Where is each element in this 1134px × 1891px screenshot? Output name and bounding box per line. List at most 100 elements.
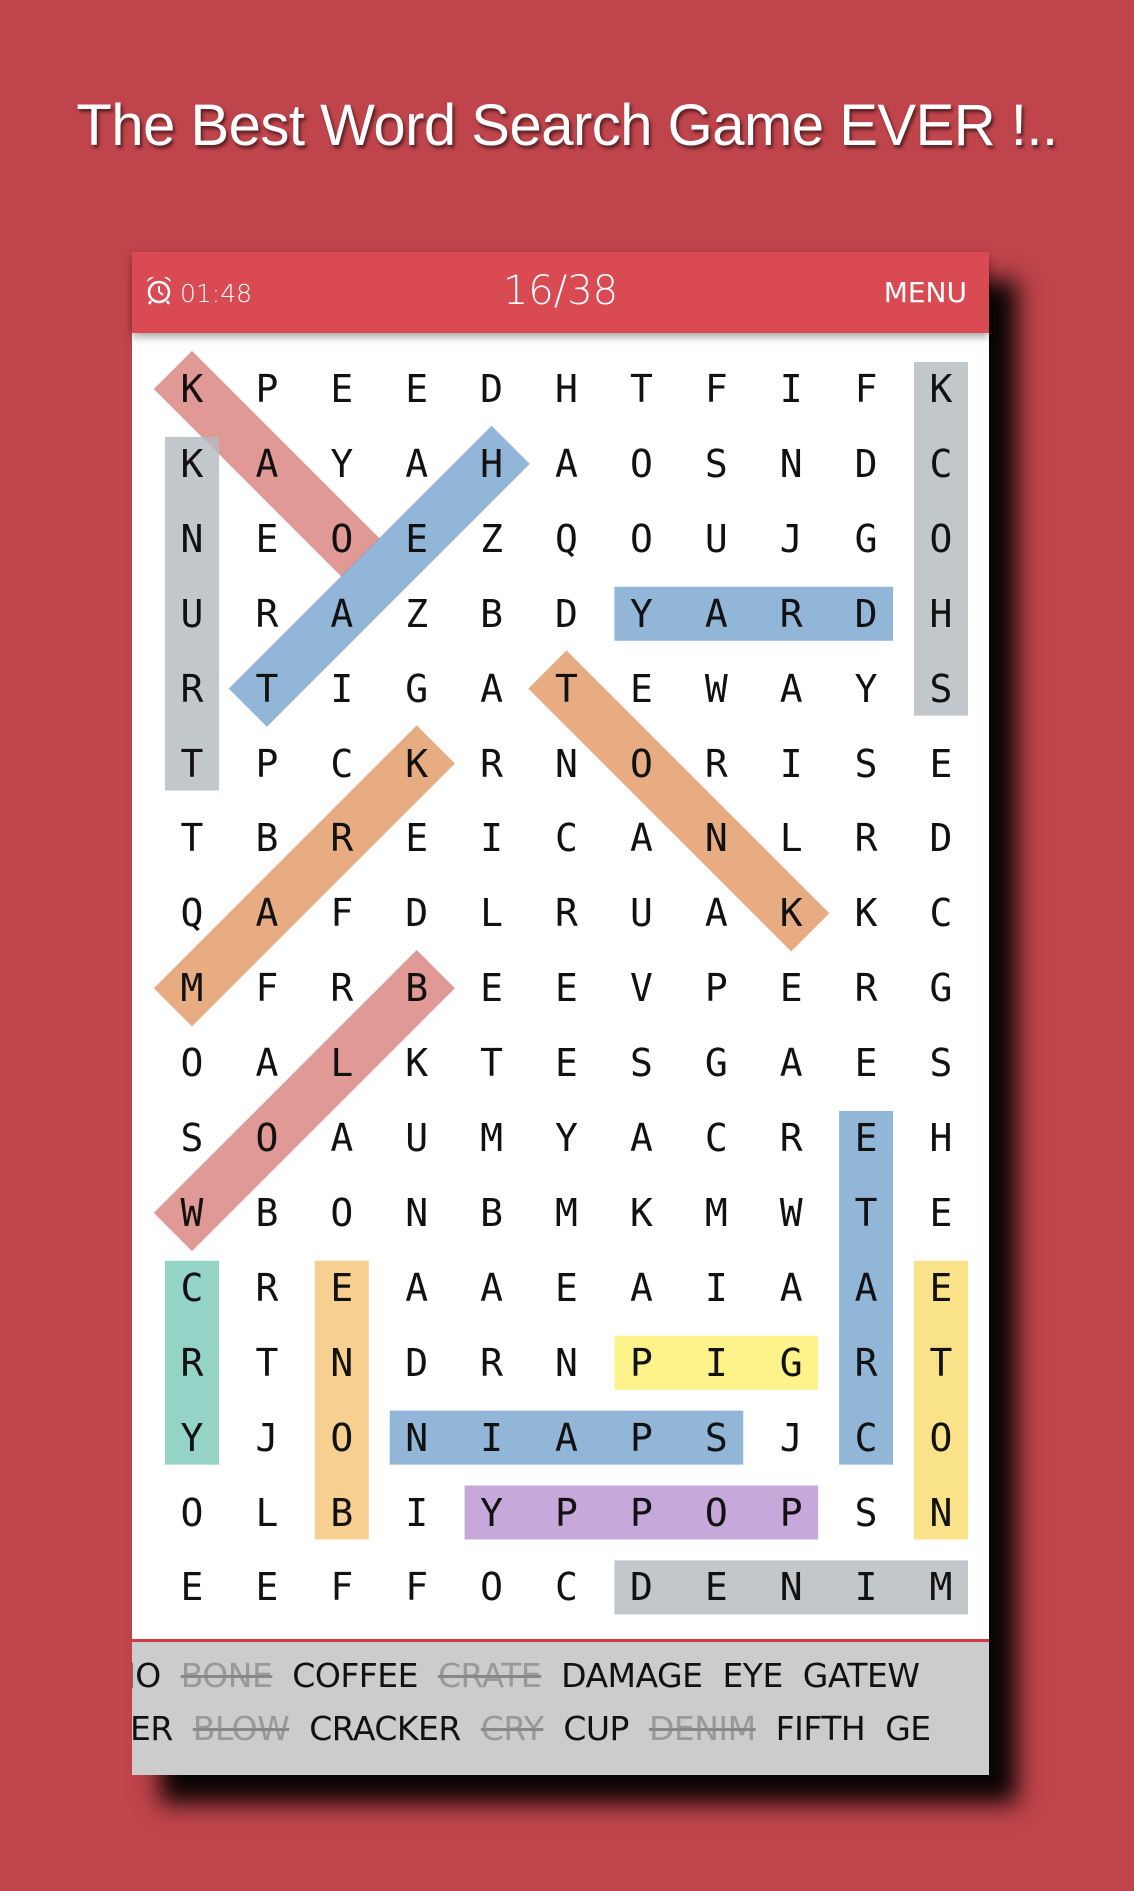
grid-letter[interactable]: O: [312, 1408, 372, 1468]
grid-letter[interactable]: Y: [462, 1483, 522, 1543]
grid-letter[interactable]: V: [611, 958, 671, 1018]
grid-letter[interactable]: M: [462, 1108, 522, 1168]
grid-letter[interactable]: C: [162, 1258, 222, 1318]
grid-letter[interactable]: A: [462, 1258, 522, 1318]
grid-letter[interactable]: T: [462, 1033, 522, 1093]
grid-letter[interactable]: E: [237, 1557, 297, 1617]
grid-letter[interactable]: F: [836, 359, 896, 419]
grid-letter[interactable]: B: [237, 1183, 297, 1243]
grid-letter[interactable]: M: [686, 1183, 746, 1243]
grid-letter[interactable]: H: [911, 584, 971, 644]
grid-letter[interactable]: W: [686, 659, 746, 719]
grid-letter[interactable]: H: [537, 359, 597, 419]
grid-letter[interactable]: E: [387, 808, 447, 868]
grid-letter[interactable]: U: [387, 1108, 447, 1168]
grid-letter[interactable]: P: [611, 1483, 671, 1543]
grid-letter[interactable]: P: [686, 958, 746, 1018]
grid-letter[interactable]: R: [836, 1333, 896, 1393]
grid-letter[interactable]: E: [761, 958, 821, 1018]
grid-letter[interactable]: P: [611, 1408, 671, 1468]
grid-letter[interactable]: O: [911, 1408, 971, 1468]
grid-letter[interactable]: R: [312, 958, 372, 1018]
grid-letter[interactable]: U: [686, 509, 746, 569]
grid-letter[interactable]: O: [312, 1183, 372, 1243]
grid-letter[interactable]: R: [836, 808, 896, 868]
grid-letter[interactable]: E: [911, 1258, 971, 1318]
grid-letter[interactable]: I: [462, 808, 522, 868]
grid-letter[interactable]: N: [312, 1333, 372, 1393]
grid-letter[interactable]: E: [312, 1258, 372, 1318]
grid-letter[interactable]: I: [761, 359, 821, 419]
grid-letter[interactable]: I: [462, 1408, 522, 1468]
grid-letter[interactable]: S: [686, 1408, 746, 1468]
grid-letter[interactable]: D: [836, 434, 896, 494]
grid-letter[interactable]: K: [387, 734, 447, 794]
grid-letter[interactable]: K: [611, 1183, 671, 1243]
grid-letter[interactable]: T: [162, 734, 222, 794]
grid-letter[interactable]: C: [911, 883, 971, 943]
grid-letter[interactable]: Y: [611, 584, 671, 644]
grid-letter[interactable]: O: [611, 434, 671, 494]
grid-letter[interactable]: E: [387, 509, 447, 569]
grid-letter[interactable]: C: [686, 1108, 746, 1168]
grid-letter[interactable]: S: [686, 434, 746, 494]
grid-letter[interactable]: M: [537, 1183, 597, 1243]
grid-letter[interactable]: A: [611, 1258, 671, 1318]
grid-letter[interactable]: A: [537, 434, 597, 494]
grid-letter[interactable]: N: [537, 734, 597, 794]
grid-letter[interactable]: E: [537, 1258, 597, 1318]
grid-letter[interactable]: M: [911, 1557, 971, 1617]
grid-letter[interactable]: T: [611, 359, 671, 419]
grid-letter[interactable]: B: [462, 1183, 522, 1243]
grid-letter[interactable]: N: [761, 434, 821, 494]
grid-letter[interactable]: I: [312, 659, 372, 719]
grid-letter[interactable]: E: [237, 509, 297, 569]
grid-letter[interactable]: K: [761, 883, 821, 943]
grid-letter[interactable]: T: [836, 1183, 896, 1243]
grid-letter[interactable]: S: [911, 659, 971, 719]
grid-letter[interactable]: O: [462, 1557, 522, 1617]
grid-letter[interactable]: A: [312, 1108, 372, 1168]
grid-letter[interactable]: P: [237, 359, 297, 419]
grid-letter[interactable]: O: [911, 509, 971, 569]
grid-letter[interactable]: N: [387, 1183, 447, 1243]
grid-letter[interactable]: C: [836, 1408, 896, 1468]
grid-letter[interactable]: C: [537, 808, 597, 868]
grid-letter[interactable]: A: [611, 808, 671, 868]
grid-letter[interactable]: F: [312, 883, 372, 943]
word-list[interactable]: JO BONE COFFEE CRATE DAMAGE EYE GATEW ER BLOW CR…: [132, 1642, 989, 1775]
grid-letter[interactable]: D: [611, 1557, 671, 1617]
grid-letter[interactable]: E: [611, 659, 671, 719]
grid-letter[interactable]: E: [911, 734, 971, 794]
grid-letter[interactable]: S: [162, 1108, 222, 1168]
grid-letter[interactable]: R: [162, 1333, 222, 1393]
grid-letter[interactable]: O: [162, 1483, 222, 1543]
grid-letter[interactable]: E: [911, 1183, 971, 1243]
grid-letter[interactable]: Z: [462, 509, 522, 569]
grid-letter[interactable]: K: [387, 1033, 447, 1093]
grid-letter[interactable]: A: [237, 883, 297, 943]
grid-letter[interactable]: U: [162, 584, 222, 644]
grid-letter[interactable]: D: [387, 883, 447, 943]
grid-letter[interactable]: B: [312, 1483, 372, 1543]
grid-letter[interactable]: T: [537, 659, 597, 719]
grid-letter[interactable]: L: [462, 883, 522, 943]
grid-letter[interactable]: N: [911, 1483, 971, 1543]
grid-letter[interactable]: G: [686, 1033, 746, 1093]
grid-letter[interactable]: Y: [537, 1108, 597, 1168]
menu-button[interactable]: MENU: [884, 276, 967, 309]
grid-letter[interactable]: U: [611, 883, 671, 943]
grid-letter[interactable]: A: [312, 584, 372, 644]
grid-letter[interactable]: C: [911, 434, 971, 494]
grid-letter[interactable]: A: [537, 1408, 597, 1468]
grid-letter[interactable]: P: [537, 1483, 597, 1543]
grid-letter[interactable]: Q: [537, 509, 597, 569]
grid-letter[interactable]: T: [162, 808, 222, 868]
grid-letter[interactable]: T: [237, 1333, 297, 1393]
grid-letter[interactable]: O: [611, 509, 671, 569]
grid-letter[interactable]: I: [387, 1483, 447, 1543]
grid-letter[interactable]: N: [387, 1408, 447, 1468]
grid-letter[interactable]: H: [911, 1108, 971, 1168]
grid-letter[interactable]: S: [836, 1483, 896, 1543]
grid-letter[interactable]: W: [761, 1183, 821, 1243]
